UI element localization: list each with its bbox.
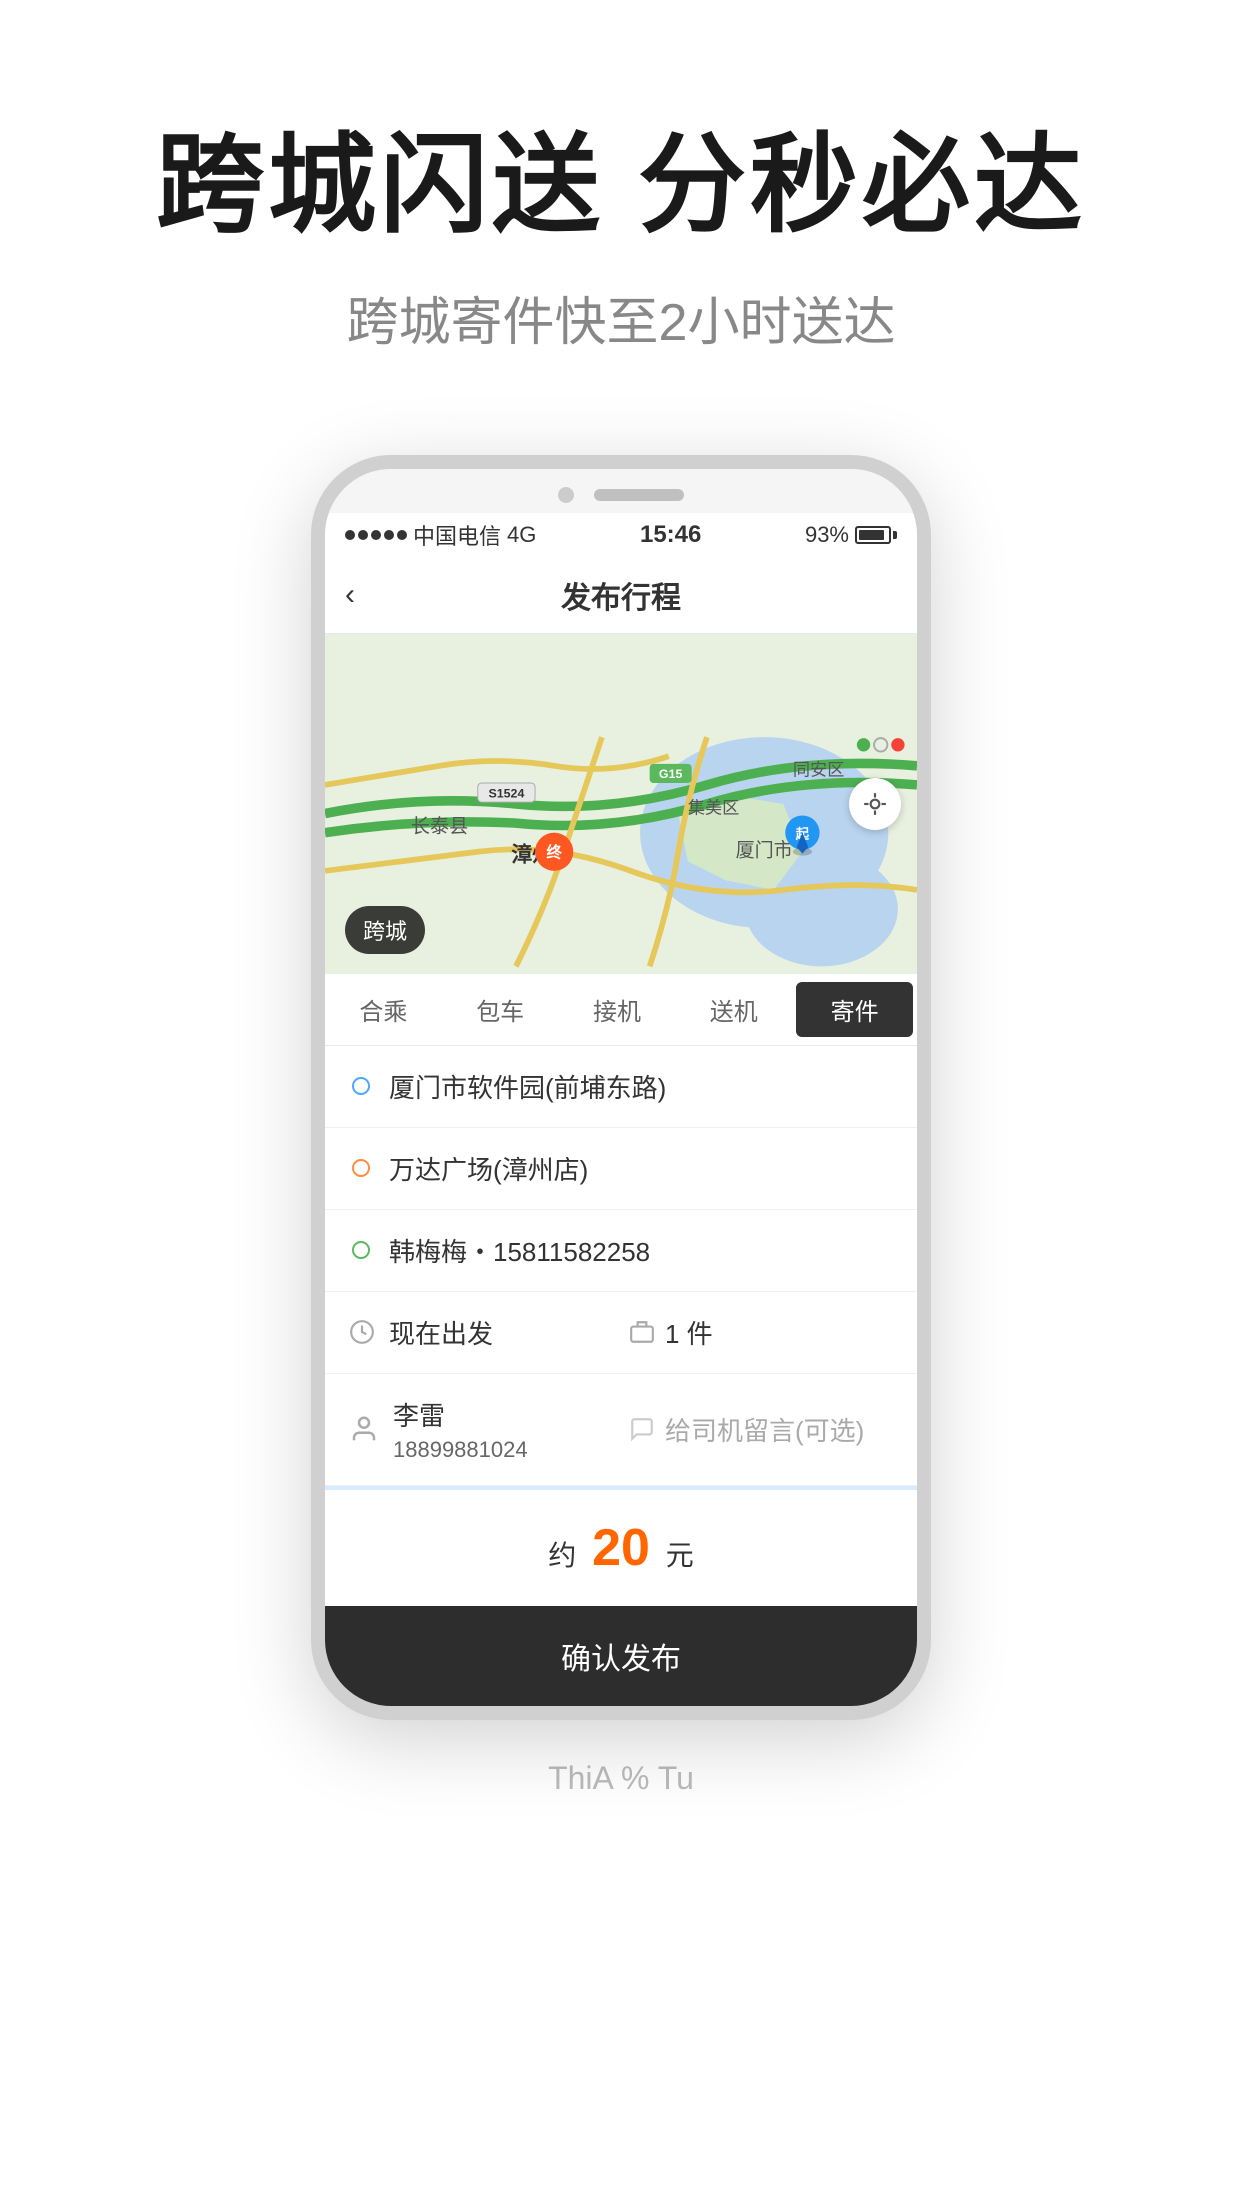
tab-carpooling[interactable]: 合乘 bbox=[325, 974, 442, 1045]
battery-tip bbox=[893, 531, 897, 539]
back-button[interactable]: ‹ bbox=[345, 578, 385, 612]
hero-section: 跨城闪送 分秒必达 跨城寄件快至2小时送达 bbox=[0, 0, 1242, 415]
tab-pickup[interactable]: 接机 bbox=[559, 974, 676, 1045]
svg-text:厦门市: 厦门市 bbox=[736, 839, 793, 861]
battery-fill bbox=[859, 530, 884, 540]
tab-charter[interactable]: 包车 bbox=[442, 974, 559, 1045]
status-left: 中国电信 4G bbox=[345, 519, 536, 551]
price-prefix: 约 bbox=[548, 1540, 576, 1571]
person-details: 李雷 18899881024 bbox=[393, 1396, 528, 1463]
signal-dots bbox=[345, 530, 407, 540]
phone-speaker bbox=[594, 489, 684, 501]
contact-icon bbox=[349, 1238, 373, 1262]
battery-body bbox=[855, 526, 891, 544]
depart-items-row: 现在出发 1 件 bbox=[325, 1292, 917, 1374]
status-bar: 中国电信 4G 15:46 93% bbox=[325, 513, 917, 557]
message-placeholder-text: 给司机留言(可选) bbox=[665, 1411, 864, 1448]
svg-text:S1524: S1524 bbox=[488, 786, 524, 800]
person-icon bbox=[349, 1414, 379, 1444]
signal-dot-4 bbox=[384, 530, 394, 540]
destination-dot bbox=[352, 1159, 370, 1177]
depart-col[interactable]: 现在出发 bbox=[349, 1314, 613, 1351]
clock-icon bbox=[349, 1319, 375, 1345]
confirm-button[interactable]: 确认发布 bbox=[325, 1606, 917, 1706]
tab-parcel[interactable]: 寄件 bbox=[796, 982, 913, 1037]
person-name: 李雷 bbox=[393, 1396, 528, 1433]
phone-top-bar bbox=[325, 469, 917, 513]
phone-mockup: 中国电信 4G 15:46 93% ‹ 发布行程 bbox=[311, 455, 931, 1720]
origin-dot bbox=[352, 1077, 370, 1095]
svg-text:长泰县: 长泰县 bbox=[411, 815, 468, 837]
kuacheng-badge: 跨城 bbox=[345, 906, 425, 954]
svg-text:终: 终 bbox=[547, 843, 563, 861]
person-message-row: 李雷 18899881024 给司机留言(可选) bbox=[325, 1374, 917, 1486]
signal-dot-3 bbox=[371, 530, 381, 540]
tab-bar: 合乘 包车 接机 送机 寄件 bbox=[325, 974, 917, 1046]
package-icon bbox=[629, 1319, 655, 1345]
contact-row[interactable]: 韩梅梅・15811582258 bbox=[325, 1210, 917, 1292]
price-bar: 约 20 元 bbox=[325, 1486, 917, 1606]
items-count-label: 1 件 bbox=[665, 1314, 713, 1351]
message-col[interactable]: 给司机留言(可选) bbox=[629, 1411, 893, 1448]
nav-title: 发布行程 bbox=[385, 573, 857, 617]
price-amount: 20 bbox=[592, 1519, 650, 1577]
battery-icon bbox=[855, 526, 897, 544]
time-display: 15:46 bbox=[640, 521, 701, 549]
destination-text: 万达广场(漳州店) bbox=[389, 1150, 588, 1187]
signal-dot-1 bbox=[345, 530, 355, 540]
svg-text:集美区: 集美区 bbox=[688, 797, 740, 817]
origin-icon bbox=[349, 1074, 373, 1098]
status-right: 93% bbox=[805, 522, 897, 548]
chat-icon bbox=[629, 1416, 655, 1442]
hero-title: 跨城闪送 分秒必达 bbox=[80, 120, 1162, 250]
network-label: 4G bbox=[507, 522, 536, 548]
svg-text:同安区: 同安区 bbox=[793, 759, 845, 779]
bottom-label: ThiA % Tu bbox=[0, 1720, 1242, 1817]
hero-subtitle: 跨城寄件快至2小时送达 bbox=[80, 280, 1162, 355]
signal-dot-2 bbox=[358, 530, 368, 540]
signal-dot-5 bbox=[397, 530, 407, 540]
nav-bar: ‹ 发布行程 bbox=[325, 557, 917, 634]
map-area[interactable]: S1524 G15 长泰县 漳州 厦门市 集美区 同安区 终 起 bbox=[325, 634, 917, 974]
destination-icon bbox=[349, 1156, 373, 1180]
phone-camera bbox=[558, 487, 574, 503]
tab-dropoff[interactable]: 送机 bbox=[675, 974, 792, 1045]
contact-dot bbox=[352, 1241, 370, 1259]
destination-row[interactable]: 万达广场(漳州店) bbox=[325, 1128, 917, 1210]
items-col[interactable]: 1 件 bbox=[629, 1314, 893, 1351]
form-area: 厦门市软件园(前埔东路) 万达广场(漳州店) 韩梅梅・15811582258 bbox=[325, 1046, 917, 1486]
phone-container: 中国电信 4G 15:46 93% ‹ 发布行程 bbox=[0, 415, 1242, 1720]
person-col: 李雷 18899881024 bbox=[349, 1396, 613, 1463]
origin-text: 厦门市软件园(前埔东路) bbox=[389, 1068, 666, 1105]
contact-text: 韩梅梅・15811582258 bbox=[389, 1232, 650, 1269]
person-phone: 18899881024 bbox=[393, 1437, 528, 1463]
depart-time-label: 现在出发 bbox=[389, 1314, 493, 1351]
price-suffix: 元 bbox=[666, 1540, 694, 1571]
carrier-label: 中国电信 bbox=[413, 519, 501, 551]
origin-row[interactable]: 厦门市软件园(前埔东路) bbox=[325, 1046, 917, 1128]
battery-percent: 93% bbox=[805, 522, 849, 548]
location-button[interactable] bbox=[849, 778, 901, 830]
svg-text:G15: G15 bbox=[659, 767, 683, 781]
